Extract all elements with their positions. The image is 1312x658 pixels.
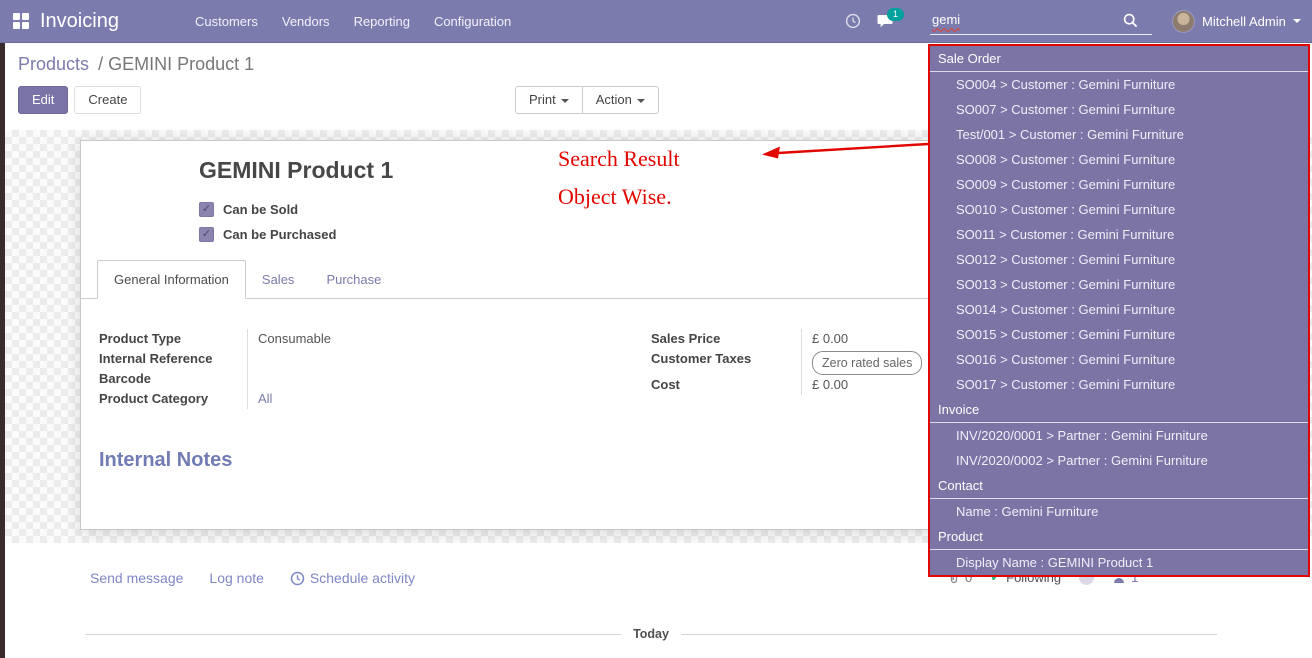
activity-clock-icon[interactable] [845, 13, 861, 34]
search-result-item[interactable]: INV/2020/0002 > Partner : Gemini Furnitu… [930, 448, 1308, 473]
menu-reporting[interactable]: Reporting [354, 14, 410, 29]
search-result-item[interactable]: SO004 > Customer : Gemini Furniture [930, 72, 1308, 97]
section-header-sale-order: Sale Order [930, 46, 1308, 72]
search-icon[interactable] [1123, 13, 1138, 28]
section-header-product: Product [930, 524, 1308, 550]
user-menu[interactable]: Mitchell Admin [1172, 0, 1301, 42]
menu-vendors[interactable]: Vendors [282, 14, 330, 29]
chatter-actions: Send message Log note Schedule activity [90, 570, 415, 586]
search-result-item[interactable]: Display Name : GEMINI Product 1 [930, 550, 1308, 575]
global-search: gemi [930, 8, 1152, 35]
user-name: Mitchell Admin [1202, 14, 1286, 29]
can-be-purchased-checkbox[interactable]: ✓ [199, 227, 214, 242]
search-result-item[interactable]: Name : Gemini Furniture [930, 499, 1308, 524]
clock-icon [290, 571, 305, 586]
section-header-invoice: Invoice [930, 397, 1308, 423]
print-action-group: Print Action [515, 86, 659, 114]
internal-notes-heading: Internal Notes [99, 449, 232, 472]
can-be-sold-label: Can be Sold [223, 202, 298, 217]
messages-icon[interactable]: 1 [877, 14, 894, 34]
field-product-type: Product Type Consumable [99, 329, 499, 349]
search-result-item[interactable]: SO017 > Customer : Gemini Furniture [930, 372, 1308, 397]
tab-purchase[interactable]: Purchase [310, 261, 397, 298]
field-barcode: Barcode [99, 369, 499, 389]
edit-button[interactable]: Edit [18, 86, 68, 114]
field-internal-reference: Internal Reference [99, 349, 499, 369]
search-result-item[interactable]: SO016 > Customer : Gemini Furniture [930, 347, 1308, 372]
search-result-item[interactable]: SO013 > Customer : Gemini Furniture [930, 272, 1308, 297]
top-navbar: Invoicing Customers Vendors Reporting Co… [0, 0, 1312, 43]
internal-reference-value [247, 349, 499, 369]
tab-sales[interactable]: Sales [246, 261, 311, 298]
chevron-down-icon [561, 99, 569, 103]
can-be-purchased-label: Can be Purchased [223, 227, 336, 242]
menu-customers[interactable]: Customers [195, 14, 258, 29]
breadcrumb-products-link[interactable]: Products [18, 54, 89, 74]
fields-left-column: Product Type Consumable Internal Referen… [99, 329, 499, 409]
search-result-item[interactable]: SO009 > Customer : Gemini Furniture [930, 172, 1308, 197]
menu-configuration[interactable]: Configuration [434, 14, 511, 29]
search-result-item[interactable]: SO010 > Customer : Gemini Furniture [930, 197, 1308, 222]
breadcrumb: Products / GEMINI Product 1 [18, 54, 254, 75]
product-type-value: Consumable [247, 329, 499, 349]
action-dropdown-button[interactable]: Action [582, 86, 659, 114]
field-product-category: Product Category All [99, 389, 499, 409]
message-count-badge: 1 [887, 8, 904, 21]
section-header-contact: Contact [930, 473, 1308, 499]
main-menu: Customers Vendors Reporting Configuratio… [195, 0, 511, 42]
can-be-sold-checkbox[interactable]: ✓ [199, 202, 214, 217]
send-message-link[interactable]: Send message [90, 570, 183, 586]
search-result-item[interactable]: Test/001 > Customer : Gemini Furniture [930, 122, 1308, 147]
app-title[interactable]: Invoicing [40, 0, 119, 42]
schedule-activity-link[interactable]: Schedule activity [290, 570, 415, 586]
create-button[interactable]: Create [74, 86, 141, 114]
product-category-link[interactable]: All [247, 389, 499, 409]
search-input[interactable]: gemi [932, 12, 960, 27]
user-avatar [1172, 10, 1195, 33]
tab-general-information[interactable]: General Information [97, 260, 246, 299]
apps-grid-icon[interactable] [13, 13, 29, 29]
log-note-link[interactable]: Log note [209, 570, 264, 586]
form-buttons: Edit Create [18, 86, 141, 114]
annotation-arrow [758, 139, 932, 163]
can-be-purchased-row: ✓ Can be Purchased [199, 227, 336, 242]
date-divider-label: Today [633, 627, 669, 641]
search-results-dropdown: Sale Order SO004 > Customer : Gemini Fur… [928, 44, 1310, 577]
can-be-sold-row: ✓ Can be Sold [199, 202, 298, 217]
search-result-item[interactable]: SO007 > Customer : Gemini Furniture [930, 97, 1308, 122]
annotation-text: Search Result Object Wise. [558, 146, 680, 210]
breadcrumb-current: / GEMINI Product 1 [98, 54, 254, 74]
search-result-item[interactable]: SO012 > Customer : Gemini Furniture [930, 247, 1308, 272]
date-divider: Today [85, 627, 1217, 641]
chevron-down-icon [1293, 19, 1301, 23]
product-title: GEMINI Product 1 [199, 157, 393, 184]
customer-taxes-badge: Zero rated sales [812, 351, 922, 375]
search-result-item[interactable]: SO014 > Customer : Gemini Furniture [930, 297, 1308, 322]
search-result-item[interactable]: SO011 > Customer : Gemini Furniture [930, 222, 1308, 247]
barcode-value [247, 369, 499, 389]
print-dropdown-button[interactable]: Print [515, 86, 582, 114]
search-result-item[interactable]: INV/2020/0001 > Partner : Gemini Furnitu… [930, 423, 1308, 448]
chevron-down-icon [637, 99, 645, 103]
search-result-item[interactable]: SO015 > Customer : Gemini Furniture [930, 322, 1308, 347]
search-result-item[interactable]: SO008 > Customer : Gemini Furniture [930, 147, 1308, 172]
